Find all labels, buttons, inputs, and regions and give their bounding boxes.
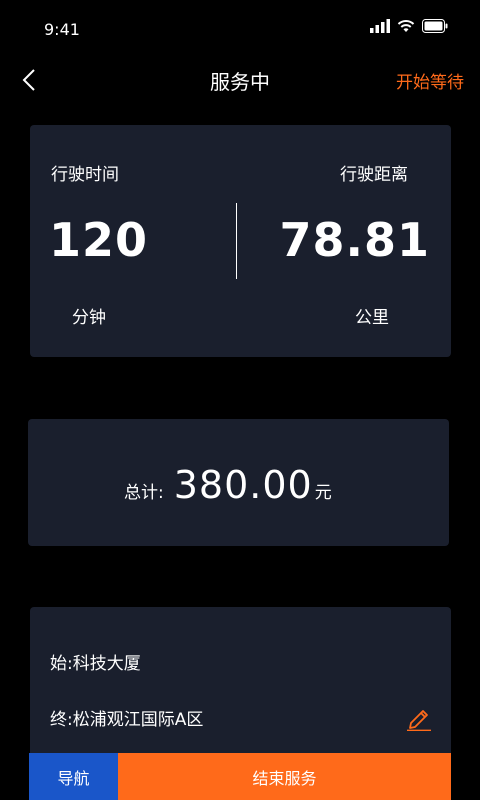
route-card: 始:科技大厦 终:松浦观江国际A区: [30, 607, 451, 757]
total-card: 总计: 380.00 元: [28, 419, 449, 546]
route-end: 终:松浦观江国际A区: [50, 710, 204, 730]
navigate-button[interactable]: 导航: [29, 753, 118, 800]
bottom-action-bar: 导航 结束服务: [29, 753, 451, 800]
nav-bar: 服务中 开始等待: [0, 56, 480, 104]
distance-unit: 公里: [355, 308, 389, 328]
end-service-button[interactable]: 结束服务: [118, 753, 451, 800]
duration-value: 120: [49, 213, 149, 267]
wifi-icon: [397, 20, 415, 32]
total-row: 总计: 380.00 元: [124, 463, 332, 507]
distance-value: 78.81: [279, 213, 430, 267]
stats-divider: [236, 203, 237, 279]
total-label: 总计:: [124, 483, 164, 503]
status-bar: 9:41: [0, 0, 480, 60]
route-start: 始:科技大厦: [50, 654, 141, 674]
edit-pencil-icon[interactable]: [405, 703, 433, 731]
duration-label: 行驶时间: [51, 165, 119, 185]
status-time: 9:41: [44, 20, 80, 39]
battery-icon: [422, 19, 448, 33]
total-currency: 元: [314, 483, 332, 503]
status-icons: [370, 19, 448, 33]
total-amount: 380.00: [173, 463, 313, 507]
distance-label: 行驶距离: [340, 165, 408, 185]
duration-unit: 分钟: [72, 308, 106, 328]
signal-icon: [370, 19, 390, 33]
start-waiting-button[interactable]: 开始等待: [396, 68, 464, 93]
trip-stats-card: 行驶时间 120 分钟 行驶距离 78.81 公里: [30, 125, 451, 357]
